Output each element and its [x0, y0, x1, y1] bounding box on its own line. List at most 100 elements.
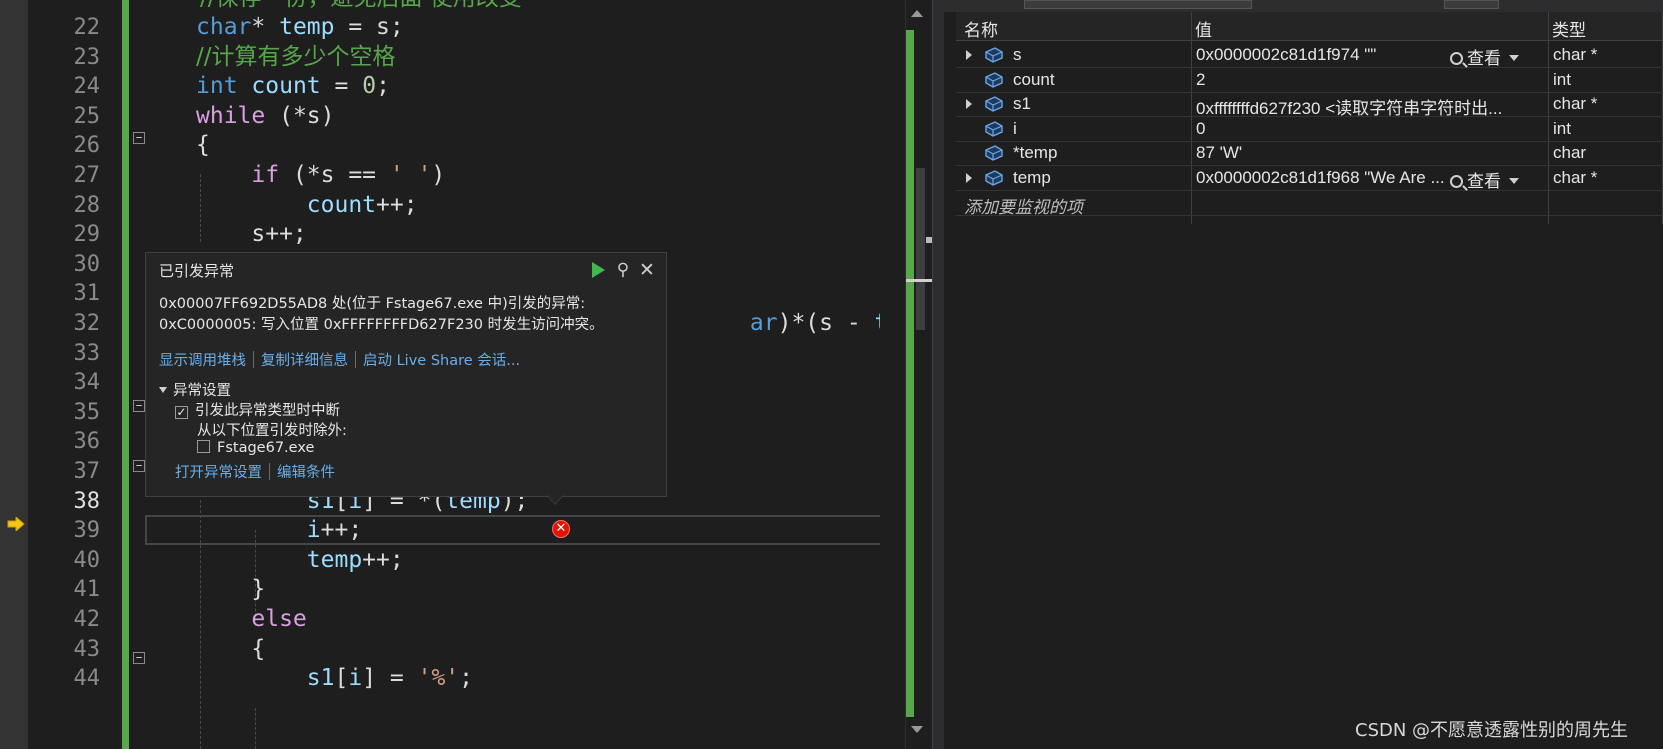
code-token: ; — [376, 73, 390, 100]
code-line[interactable]: { — [196, 130, 210, 161]
watch-name[interactable]: count — [1013, 70, 1055, 90]
watch-value[interactable]: 0 — [1196, 119, 1516, 139]
code-token: '%' — [417, 665, 460, 692]
start-live-share-link[interactable]: 启动 Live Share 会话... — [363, 353, 520, 369]
expand-arrow-icon[interactable] — [966, 50, 972, 60]
code-line[interactable]: //计算有多少个空格 — [196, 42, 396, 73]
break-when-thrown-label: 引发此异常类型时中断 — [195, 403, 340, 419]
watch-name[interactable]: s — [1013, 45, 1022, 65]
continue-button[interactable] — [587, 259, 609, 281]
watch-row[interactable]: count 2 int — [956, 67, 1663, 93]
copy-details-link[interactable]: 复制详细信息 — [261, 353, 348, 369]
exception-settings-label: 异常设置 — [173, 383, 231, 399]
open-exception-settings-link[interactable]: 打开异常设置 — [175, 465, 262, 481]
code-line[interactable]: { — [196, 634, 265, 665]
add-watch-placeholder[interactable]: 添加要监视的项 — [964, 193, 1083, 218]
code-token: s++; — [196, 221, 307, 248]
code-token: i — [306, 517, 321, 544]
code-token: = — [320, 73, 363, 100]
watch-type: char * — [1553, 168, 1598, 187]
code-token: temp — [875, 310, 880, 336]
divider — [269, 463, 270, 480]
magnifier-icon — [1450, 175, 1463, 188]
dropdown-arrow-icon[interactable] — [1509, 178, 1519, 184]
code-line[interactable]: i++; — [196, 515, 362, 546]
variable-icon — [984, 169, 1004, 187]
code-line[interactable]: char* temp = s; — [196, 12, 404, 43]
edit-conditions-link[interactable]: 编辑条件 — [277, 465, 335, 481]
code-token: char — [196, 14, 252, 40]
code-token: 0 — [362, 73, 377, 100]
column-header-value[interactable]: 值 — [1195, 16, 1212, 41]
except-module-option[interactable]: Fstage67.exe — [197, 440, 314, 456]
exception-settings-header[interactable]: 异常设置 — [159, 379, 231, 400]
watch-value[interactable]: 2 — [1196, 70, 1516, 90]
watch-name[interactable]: s1 — [1013, 94, 1031, 114]
code-line[interactable]: else — [196, 604, 306, 635]
search-depth-field[interactable] — [1444, 0, 1499, 9]
pane-splitter[interactable] — [932, 0, 944, 749]
code-token: int — [196, 73, 238, 100]
watch-header: 名称 值 类型 — [956, 12, 1663, 41]
exception-helper-popup[interactable]: 已引发异常 ⚲ ✕ 0x00007FF692D55AD8 处(位于 Fstage… — [145, 252, 667, 505]
pin-button[interactable]: ⚲ — [612, 259, 634, 281]
variable-icon — [984, 120, 1004, 138]
code-token: = — [334, 14, 377, 40]
close-button[interactable]: ✕ — [636, 259, 658, 281]
dropdown-arrow-icon[interactable] — [1509, 55, 1519, 61]
watch-row[interactable]: *temp 87 'W' char — [956, 140, 1663, 167]
watch-window[interactable]: 名称 值 类型 s 0x0000002c81d1f974 "" 查看 char * co… — [944, 0, 1663, 749]
watch-toolbar — [944, 0, 1663, 12]
divider — [355, 351, 356, 368]
break-when-thrown-option[interactable]: ✓ 引发此异常类型时中断 — [175, 399, 340, 420]
watch-row[interactable]: s1 0xffffffffd627f230 <读取字符串字符时出... char * — [956, 91, 1663, 118]
watch-name[interactable]: *temp — [1013, 143, 1057, 163]
expand-arrow-icon[interactable] — [966, 173, 972, 183]
add-watch-row[interactable]: 添加要监视的项 — [956, 190, 1663, 218]
search-field[interactable] — [1024, 0, 1252, 9]
column-header-type[interactable]: 类型 — [1552, 16, 1586, 41]
code-token: s1 — [306, 665, 335, 692]
expand-arrow-icon[interactable] — [966, 99, 972, 110]
code-token: count — [251, 73, 321, 100]
code-line[interactable]: count++; — [196, 190, 418, 221]
scroll-up-icon[interactable] — [911, 10, 923, 17]
pin-icon: ⚲ — [616, 260, 630, 280]
scrollbar-caret-marker — [906, 279, 934, 282]
watch-row[interactable]: i 0 int — [956, 116, 1663, 142]
code-token: ] = — [362, 665, 418, 692]
collapse-arrow-icon — [159, 387, 167, 393]
code-line[interactable]: s++; — [196, 219, 307, 250]
code-line[interactable]: int count = 0; — [196, 71, 390, 102]
editor-vertical-scrollbar[interactable] — [905, 0, 934, 749]
code-line[interactable]: while (*s) — [196, 101, 335, 132]
code-token: ++; — [376, 191, 418, 218]
code-line[interactable]: if (*s == ' ') — [196, 160, 445, 191]
code-token: { — [196, 132, 210, 159]
code-line[interactable]: temp++; — [196, 545, 404, 576]
code-token: )*(s - — [777, 310, 875, 336]
break-when-thrown-checkbox[interactable]: ✓ — [175, 406, 188, 419]
column-header-name[interactable]: 名称 — [964, 16, 998, 41]
text-visualizer-button[interactable]: 查看 — [1450, 44, 1519, 69]
watch-value[interactable]: 87 'W' — [1196, 143, 1516, 163]
scrollbar-thumb[interactable] — [916, 168, 925, 330]
error-icon[interactable]: ✕ — [552, 520, 570, 538]
popup-pointer-fill — [547, 495, 563, 504]
watch-name[interactable]: i — [1013, 119, 1017, 139]
code-line[interactable]: } — [196, 574, 265, 605]
except-module-checkbox[interactable] — [197, 440, 210, 453]
scroll-down-icon[interactable] — [911, 726, 923, 733]
exception-message-line2: 0xC0000005: 写入位置 0xFFFFFFFFD627F230 时发生访… — [159, 317, 604, 333]
code-line[interactable]: s1[i] = '%'; — [196, 663, 473, 694]
watch-row[interactable]: temp 0x0000002c81d1f968 "We Are ... 查看 char… — [956, 165, 1663, 192]
text-visualizer-button[interactable]: 查看 — [1450, 167, 1519, 192]
show-call-stack-link[interactable]: 显示调用堆栈 — [159, 353, 246, 369]
code-token: (*s == — [279, 162, 390, 188]
watch-name[interactable]: temp — [1013, 168, 1051, 188]
watch-row[interactable]: s 0x0000002c81d1f974 "" 查看 char * — [956, 42, 1663, 69]
